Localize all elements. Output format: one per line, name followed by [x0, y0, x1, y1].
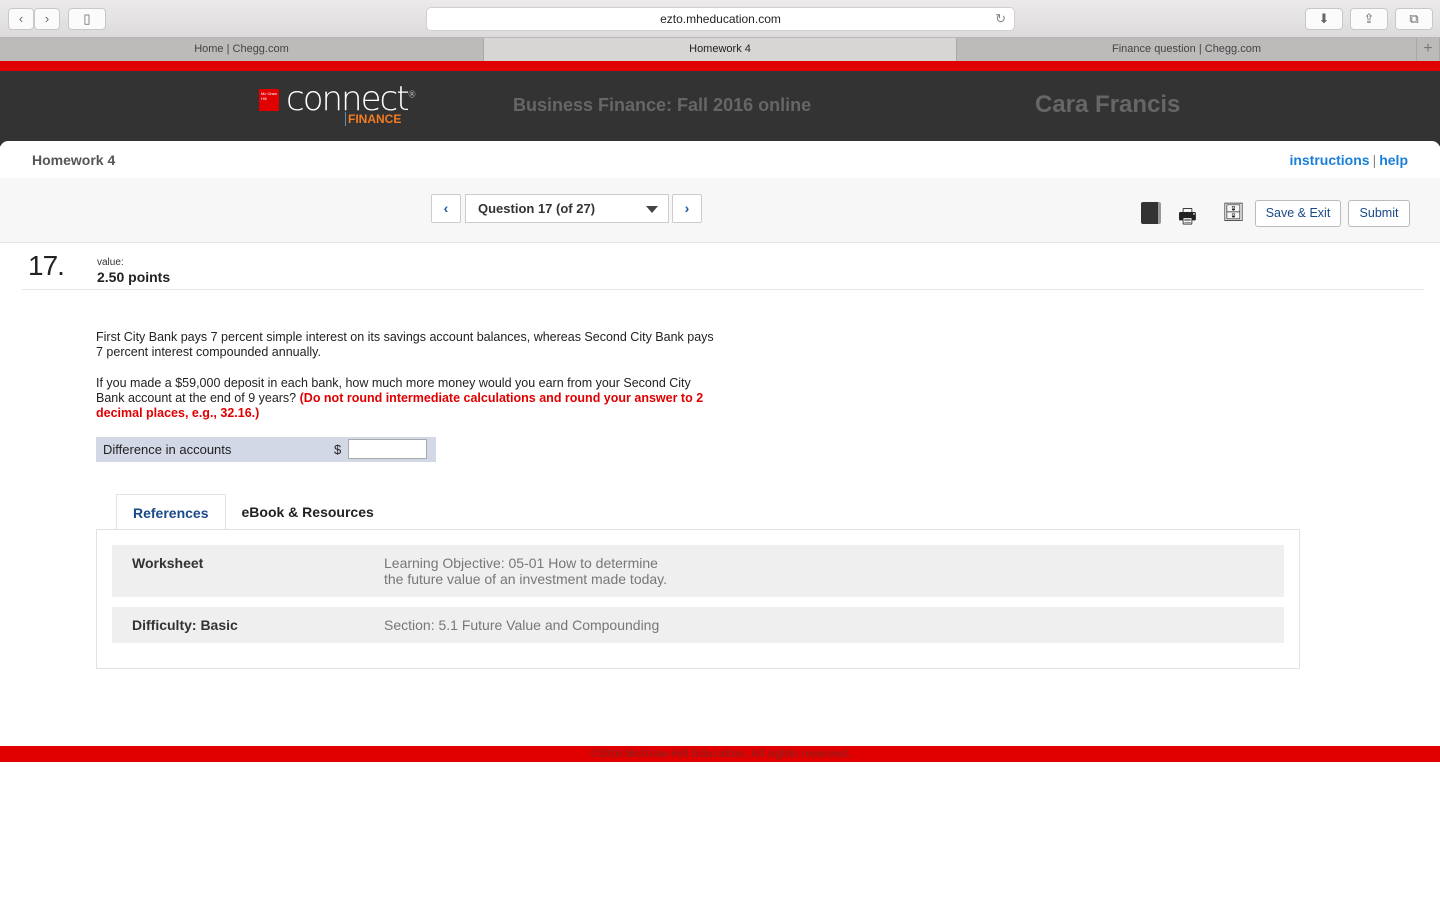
next-question-button[interactable]: ›: [672, 194, 702, 223]
divider: [22, 289, 1424, 290]
question-text: First City Bank pays 7 percent simple in…: [96, 330, 721, 437]
question-select-value: Question 17 (of 27): [478, 201, 596, 216]
user-name: Cara Francis: [1035, 91, 1181, 118]
mcgraw-hill-logo: Mc Graw Hill: [259, 89, 279, 111]
assignment-panel: Homework 4 instructions | help ‹ Question …: [0, 141, 1440, 746]
submit-button[interactable]: Submit: [1348, 200, 1410, 227]
question-number: 17.: [28, 250, 65, 281]
reference-tabs: References eBook & Resources: [116, 494, 390, 530]
browser-tab[interactable]: Home | Chegg.com: [0, 38, 484, 61]
brand-bar: [0, 61, 1440, 71]
answer-row: Difference in accounts $: [96, 437, 436, 462]
reference-value: Section: 5.1 Future Value and Compoundin…: [384, 617, 660, 633]
course-title: Business Finance: Fall 2016 online: [513, 95, 812, 115]
reference-key: Difficulty: Basic: [132, 617, 238, 633]
browser-tab-active[interactable]: Homework 4: [484, 38, 957, 61]
question-select[interactable]: Question 17 (of 27): [465, 194, 669, 223]
reference-value: Learning Objective: 05-01 How to determi…: [384, 555, 668, 587]
reference-row: Difficulty: Basic Section: 5.1 Future Va…: [112, 607, 1284, 643]
tabs-overview-button[interactable]: ⧉: [1395, 8, 1433, 30]
tab-ebook-resources[interactable]: eBook & Resources: [226, 494, 390, 530]
browser-toolbar: ‹ › ▯ ezto.mheducation.com ↻ ⬇ ⇪ ⧉: [0, 0, 1440, 38]
footer-copyright: ©2016 McGraw-Hill Education. All rights …: [0, 746, 1440, 762]
answer-label: Difference in accounts: [103, 442, 232, 457]
site-header: Mc Graw Hill connect® FINANCE Business F…: [0, 71, 1440, 146]
file-cabinet-icon[interactable]: 🗄: [1222, 202, 1245, 223]
new-tab-button[interactable]: +: [1417, 38, 1440, 61]
book-icon[interactable]: [1141, 202, 1161, 224]
reference-row: Worksheet Learning Objective: 05-01 How …: [112, 545, 1284, 597]
question-points: 2.50 points: [97, 269, 171, 285]
question-paragraph: First City Bank pays 7 percent simple in…: [96, 330, 714, 359]
download-button[interactable]: ⬇: [1305, 8, 1343, 30]
difference-in-accounts-input[interactable]: [348, 439, 427, 459]
references-panel: Worksheet Learning Objective: 05-01 How …: [96, 529, 1300, 669]
assignment-title: Homework 4: [32, 152, 116, 168]
sidebar-toggle-button[interactable]: ▯: [68, 8, 106, 30]
help-link[interactable]: help: [1379, 152, 1408, 168]
tab-references[interactable]: References: [116, 494, 226, 530]
question-toolbar: ‹ Question 17 (of 27) › 🖶 🗄 Save & Exit …: [0, 178, 1440, 243]
value-label: value:: [97, 257, 124, 268]
share-button[interactable]: ⇪: [1350, 8, 1388, 30]
separator: |: [1372, 152, 1377, 168]
instructions-link[interactable]: instructions: [1289, 152, 1369, 168]
connect-logo: Mc Graw Hill connect® FINANCE: [259, 79, 417, 126]
currency-symbol: $: [334, 442, 342, 457]
previous-question-button[interactable]: ‹: [431, 194, 461, 223]
reload-icon[interactable]: ↻: [995, 8, 1006, 30]
chevron-down-icon: [646, 206, 658, 213]
back-button[interactable]: ‹: [8, 8, 34, 30]
reference-key: Worksheet: [132, 555, 204, 571]
save-exit-button[interactable]: Save & Exit: [1255, 200, 1341, 227]
forward-button[interactable]: ›: [34, 8, 60, 30]
address-bar[interactable]: ezto.mheducation.com ↻: [426, 7, 1015, 31]
print-icon[interactable]: 🖶: [1178, 202, 1197, 236]
url-text: ezto.mheducation.com: [660, 12, 781, 26]
browser-tab[interactable]: Finance question | Chegg.com: [957, 38, 1417, 61]
browser-tabs: Home | Chegg.com Homework 4 Finance ques…: [0, 38, 1440, 61]
